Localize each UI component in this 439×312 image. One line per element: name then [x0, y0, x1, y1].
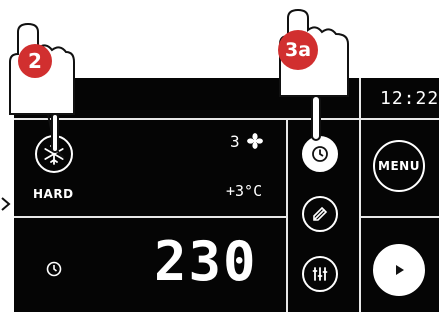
- settings-sliders-button[interactable]: [302, 256, 338, 292]
- side-arrow-icon: [0, 196, 12, 212]
- right-divider: [359, 216, 439, 218]
- hand-icon-2: [276, 8, 354, 158]
- mode-label: HARD: [33, 187, 74, 201]
- menu-button[interactable]: MENU: [373, 140, 425, 192]
- temperature-value: +3°C: [226, 182, 263, 200]
- play-icon: [391, 262, 407, 278]
- sliders-icon: [311, 265, 329, 283]
- start-button[interactable]: [373, 244, 425, 296]
- step-badge-3a: 3a: [278, 30, 318, 70]
- fan-level-value: 3: [230, 132, 240, 151]
- fan-icon: [247, 133, 263, 149]
- step-badge-2: 2: [18, 44, 52, 78]
- probe-button[interactable]: [302, 196, 338, 232]
- middle-divider-left: [14, 216, 286, 218]
- probe-icon: [311, 205, 329, 223]
- hand-icon: [6, 22, 78, 162]
- clock-time: 12:22: [380, 88, 439, 109]
- menu-label: MENU: [378, 159, 420, 173]
- column-divider-2: [359, 78, 361, 312]
- countdown-display: 230: [154, 230, 258, 293]
- timer-clock-icon: [46, 261, 62, 277]
